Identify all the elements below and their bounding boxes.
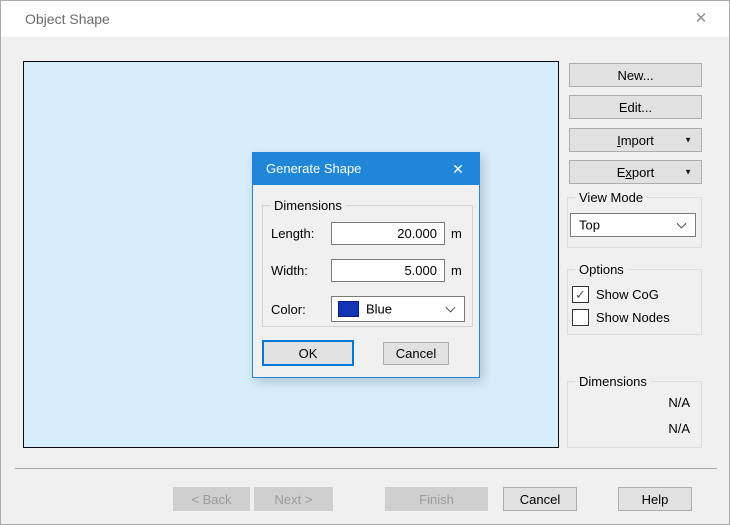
import-button[interactable]: Import ▼ bbox=[569, 128, 702, 152]
generate-shape-dialog: Generate Shape ✕ Dimensions Length: m Wi… bbox=[252, 152, 480, 378]
view-mode-group-label: View Mode bbox=[575, 190, 648, 205]
width-input[interactable] bbox=[331, 259, 445, 282]
length-input[interactable] bbox=[331, 222, 445, 245]
back-button-label: < Back bbox=[191, 491, 232, 507]
cancel-button-label: Cancel bbox=[519, 491, 561, 507]
dialog-cancel-button-label: Cancel bbox=[395, 346, 437, 361]
new-button-label: New... bbox=[617, 67, 654, 83]
help-button[interactable]: Help bbox=[618, 487, 692, 511]
footer-divider bbox=[15, 468, 717, 469]
dimensions-group-label: Dimensions bbox=[575, 374, 651, 389]
dialog-dimensions-group-label: Dimensions bbox=[270, 198, 346, 213]
finish-button-label: Finish bbox=[419, 491, 454, 507]
color-label: Color: bbox=[271, 302, 306, 317]
dimension-value-length: N/A bbox=[668, 395, 690, 410]
export-button[interactable]: Export ▼ bbox=[569, 160, 702, 184]
export-button-label: Export bbox=[616, 164, 655, 180]
window-title: Object Shape bbox=[25, 11, 110, 27]
finish-button: Finish bbox=[385, 487, 488, 511]
window-close-icon[interactable]: ✕ bbox=[687, 1, 715, 37]
dialog-title: Generate Shape bbox=[266, 161, 362, 176]
cancel-button[interactable]: Cancel bbox=[503, 487, 577, 511]
dimension-value-width: N/A bbox=[668, 421, 690, 436]
length-unit-label: m bbox=[451, 226, 462, 241]
view-mode-selected-value: Top bbox=[579, 217, 600, 233]
show-cog-label: Show CoG bbox=[596, 287, 659, 302]
show-cog-checkbox[interactable]: ✓ bbox=[572, 286, 589, 303]
import-dropdown-arrow-icon[interactable]: ▼ bbox=[684, 136, 692, 145]
dimensions-group: Dimensions N/A N/A bbox=[567, 374, 702, 448]
next-button-label: Next > bbox=[274, 491, 313, 507]
check-icon: ✓ bbox=[575, 287, 586, 302]
edit-button-label: Edit... bbox=[618, 99, 653, 115]
ok-button[interactable]: OK bbox=[262, 340, 354, 366]
import-button-label: Import bbox=[617, 132, 654, 148]
export-dropdown-arrow-icon[interactable]: ▼ bbox=[684, 168, 692, 177]
color-select[interactable]: Blue bbox=[331, 296, 465, 322]
new-button[interactable]: New... bbox=[569, 63, 702, 87]
help-button-label: Help bbox=[641, 491, 669, 507]
back-button: < Back bbox=[173, 487, 250, 511]
ok-button-label: OK bbox=[298, 345, 318, 361]
next-button: Next > bbox=[254, 487, 333, 511]
width-label: Width: bbox=[271, 263, 308, 278]
edit-button[interactable]: Edit... bbox=[569, 95, 702, 119]
dialog-close-icon[interactable]: ✕ bbox=[445, 153, 471, 185]
length-label: Length: bbox=[271, 226, 315, 241]
view-mode-select[interactable]: Top bbox=[570, 213, 696, 237]
color-chevron-down-icon bbox=[445, 302, 456, 313]
show-nodes-checkbox[interactable] bbox=[572, 309, 589, 326]
dialog-titlebar[interactable]: Generate Shape ✕ bbox=[253, 153, 479, 185]
object-shape-window: Object Shape ✕ New... Edit... Import ▼ E… bbox=[0, 0, 730, 525]
color-swatch bbox=[338, 301, 359, 317]
color-selected-value: Blue bbox=[366, 301, 393, 317]
options-group-label: Options bbox=[575, 262, 628, 277]
titlebar: Object Shape ✕ bbox=[1, 1, 729, 38]
width-unit-label: m bbox=[451, 263, 462, 278]
dialog-cancel-button[interactable]: Cancel bbox=[383, 342, 449, 365]
view-mode-chevron-down-icon bbox=[676, 218, 687, 229]
show-nodes-label: Show Nodes bbox=[596, 310, 670, 325]
